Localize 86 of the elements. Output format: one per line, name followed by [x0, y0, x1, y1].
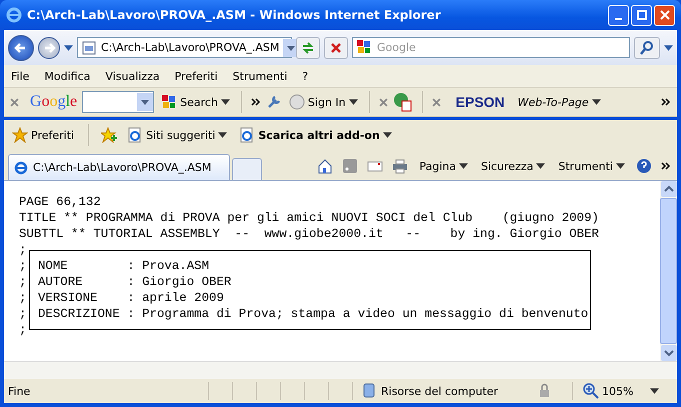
comment-mark: ; [19, 306, 27, 322]
search-field[interactable]: Google [352, 37, 630, 58]
maximize-button[interactable] [631, 4, 652, 26]
stop-button[interactable] [324, 36, 348, 58]
caret-icon [348, 99, 358, 105]
help-icon[interactable] [636, 158, 652, 174]
code-line: TITLE ** PROGRAMMA di PROVA per gli amici NUOVI SOCI del Club (giugno 2009) [19, 210, 600, 226]
close-icon[interactable] [432, 98, 441, 106]
close-icon[interactable] [378, 98, 388, 106]
refresh-icon [300, 40, 316, 56]
search-button[interactable] [634, 36, 660, 58]
favorites-link[interactable]: Scarica altri add-on [237, 127, 394, 143]
code-line: SUBTTL ** TUTORIAL ASSEMBLY -- www.giobe2000.it -- by ing. Giorgio OBER [19, 226, 600, 242]
comment-mark: ; [19, 322, 27, 338]
browser-logo-icon [6, 7, 22, 23]
menu-item[interactable]: Strumenti [232, 70, 288, 82]
caret-icon [382, 132, 392, 138]
favorites-button[interactable]: Preferiti [10, 127, 76, 143]
code-line: VERSIONE : aprile 2009 [38, 290, 225, 306]
code-line: NOME : Prova.ASM [38, 258, 210, 274]
caret-icon [220, 99, 230, 105]
chevron-icon[interactable] [661, 162, 671, 170]
maximize-icon [636, 9, 648, 21]
favorites-link[interactable]: Siti suggeriti [125, 127, 230, 143]
circle-icon [288, 94, 305, 110]
epson-logo: EPSON [456, 94, 505, 110]
caret-icon [536, 163, 546, 169]
scroll-down-icon[interactable] [660, 345, 676, 361]
caret-icon [458, 163, 468, 169]
close-icon [658, 9, 670, 21]
zoom-button[interactable]: 105% [572, 382, 666, 400]
home-icon[interactable] [317, 158, 334, 174]
close-button[interactable] [654, 4, 675, 26]
horizontal-scrollbar[interactable] [4, 361, 677, 379]
scroll-up-icon[interactable] [660, 181, 676, 197]
window-title: C:\Arch-Lab\Lavoro\PROVA_.ASM - Windows Internet Explorer [27, 8, 442, 22]
menu-item[interactable]: Modifica [44, 70, 90, 82]
sign-in-button[interactable]: Sign In [286, 94, 360, 110]
google-logo: Google [30, 93, 78, 111]
search-field[interactable] [82, 91, 154, 113]
caret-icon [218, 132, 228, 138]
comment-mark: ; [19, 274, 27, 290]
command-menu[interactable]: Pagina [417, 160, 470, 172]
code-line: AUTORE : Giorgio OBER [38, 274, 232, 290]
page-icon [127, 127, 144, 143]
caret-icon [592, 99, 601, 105]
zoom-icon [583, 383, 599, 399]
status-text: Fine [8, 384, 32, 398]
forward-button[interactable] [38, 36, 60, 58]
menu-item[interactable]: ? [302, 70, 308, 82]
chevron-icon[interactable] [661, 98, 671, 106]
security-zone: Risorse del computer [381, 384, 498, 398]
back-button[interactable] [8, 34, 34, 60]
browser-logo-icon [13, 160, 29, 176]
browser-tab[interactable]: C:\Arch-Lab\Lavoro\PROVA_.ASM [8, 154, 230, 180]
refresh-button[interactable] [296, 36, 320, 58]
search-icon [639, 40, 655, 56]
caret-icon[interactable] [64, 44, 73, 50]
caret-icon [650, 388, 660, 394]
menu-item[interactable]: Preferiti [174, 70, 218, 82]
caret-icon [616, 163, 625, 169]
comment-mark: ; [19, 258, 27, 274]
command-menu[interactable]: Sicurezza [478, 160, 548, 172]
comment-mark: ; [19, 290, 27, 306]
close-icon[interactable] [10, 98, 19, 106]
wrench-icon[interactable] [266, 94, 282, 110]
add-favorite-icon[interactable] [101, 127, 118, 143]
code-line: DESCRIZIONE : Programma di Prova; stampa a video un messaggio di benvenuto [38, 306, 588, 322]
chevron-icon[interactable] [250, 98, 261, 106]
minimize-button[interactable] [608, 4, 629, 26]
dropdown-icon[interactable] [137, 93, 154, 111]
star-icon [12, 127, 28, 143]
comment-mark: ; [19, 242, 27, 258]
page-icon [239, 127, 256, 143]
page-icon [81, 40, 97, 56]
search-button[interactable]: Search [159, 94, 232, 110]
printer-icon[interactable] [392, 158, 408, 174]
menu-item[interactable]: File [11, 70, 30, 82]
minimize-icon [615, 18, 622, 20]
code-line: PAGE 66,132 [19, 194, 102, 210]
web-to-page-button[interactable]: Web-To-Page [516, 96, 656, 108]
menu-item[interactable]: Visualizza [105, 70, 160, 82]
google-icon [161, 94, 178, 110]
vertical-scrollbar[interactable] [660, 181, 677, 361]
command-menu[interactable]: Strumenti [556, 160, 627, 172]
caret-icon[interactable] [664, 44, 673, 50]
